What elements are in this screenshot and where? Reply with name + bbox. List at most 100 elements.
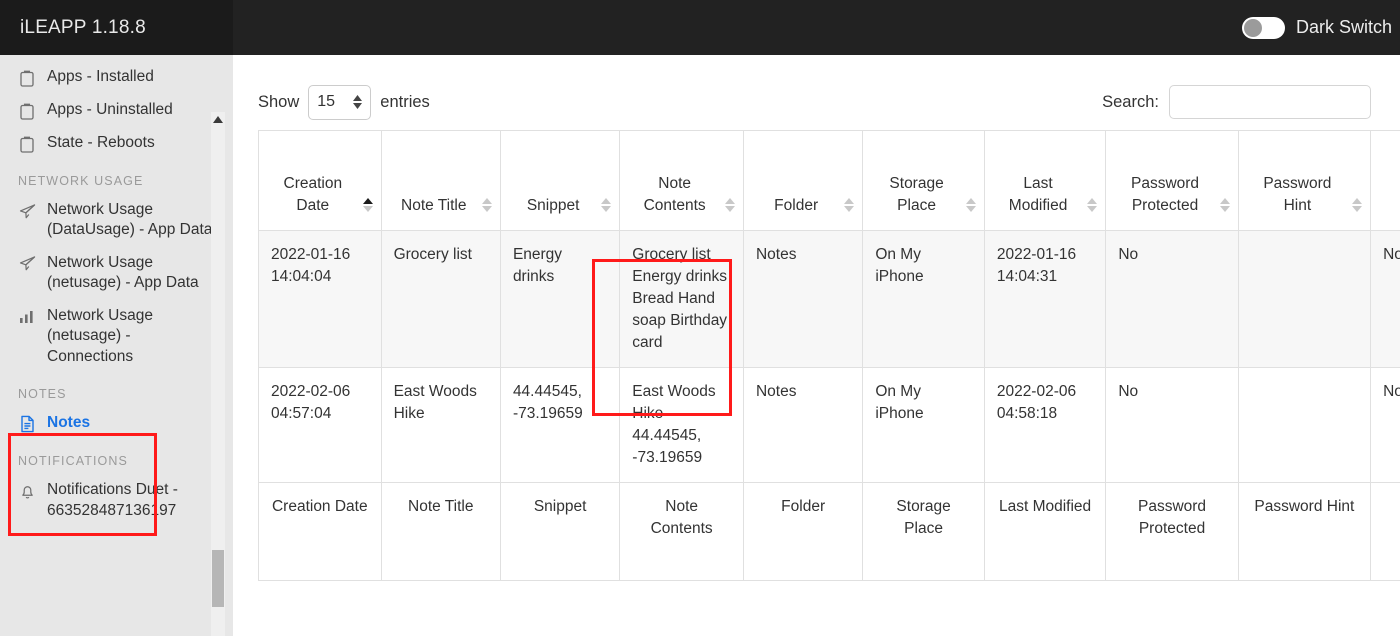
footer-label-password-hint: Password Hint: [1237, 482, 1372, 581]
search-group: Search:: [1102, 85, 1371, 119]
sort-icon: [965, 198, 976, 212]
column-header-label: Folder: [774, 197, 819, 214]
sidebar-item-label: Network Usage (netusage) - App Data: [47, 253, 199, 292]
sort-icon: [601, 198, 612, 212]
column-header-snippet[interactable]: Snippet: [499, 130, 621, 231]
table-scroll-area[interactable]: Creation Date Note Title Snippet Note Co…: [258, 130, 1400, 636]
column-header-storage-place[interactable]: Storage Place: [862, 130, 985, 231]
cell-password-hint: [1237, 230, 1372, 368]
column-header-label: Note Title: [401, 197, 467, 214]
sidebar-item-network-usage-datausage[interactable]: Network Usage (DataUsage) - App Data: [0, 194, 233, 247]
cell-password-protected: No: [1105, 367, 1239, 483]
cell-folder: Notes: [742, 230, 864, 368]
cell-note-contents: East Woods Hike 44.44545, -73.19659: [619, 367, 744, 483]
app-title: iLEAPP 1.18.8: [20, 16, 146, 38]
sort-icon: [844, 198, 855, 212]
scroll-up-arrow-icon[interactable]: [211, 112, 225, 126]
cell-marked-for-deletion: No: [1370, 367, 1400, 483]
topbar-right-group: Dark Switch: [1241, 16, 1400, 39]
cell-snippet: Energy drinks: [499, 230, 621, 368]
bell-icon: [18, 481, 36, 501]
entries-select[interactable]: 15: [308, 84, 372, 120]
table-foot: Creation Date Note Title Snippet Note Co…: [258, 482, 1400, 581]
cell-creation-date: 2022-02-06 04:57:04: [258, 367, 382, 483]
sidebar-scrollbar-thumb[interactable]: [212, 550, 224, 607]
column-header-note-contents[interactable]: Note Contents: [619, 130, 744, 231]
column-header-label: Last Modified: [1008, 175, 1068, 214]
footer-label-storage-place: Storage Place: [862, 482, 985, 581]
column-header-folder[interactable]: Folder: [742, 130, 864, 231]
paper-plane-icon: [18, 201, 36, 221]
cell-password-hint: [1237, 367, 1372, 483]
sidebar-heading-network-usage: NETWORK USAGE: [18, 174, 144, 188]
column-header-last-modified[interactable]: Last Modified: [983, 130, 1107, 231]
search-label: Search:: [1102, 92, 1159, 111]
sidebar[interactable]: Apps - Installed Apps - Uninstalled Stat…: [0, 55, 233, 636]
table-row[interactable]: 2022-02-06 04:57:04 East Woods Hike 44.4…: [258, 367, 1400, 483]
cell-note-contents: Grocery list Energy drinks Bread Hand so…: [619, 230, 744, 368]
footer-label-password-protected: Password Protected: [1105, 482, 1239, 581]
column-header-label: Password Hint: [1263, 175, 1332, 214]
column-header-creation-date[interactable]: Creation Date: [258, 130, 382, 231]
notes-table: Creation Date Note Title Snippet Note Co…: [258, 130, 1400, 581]
cell-marked-for-deletion: No: [1370, 230, 1400, 368]
sidebar-item-apps-uninstalled[interactable]: Apps - Uninstalled: [0, 94, 233, 127]
show-label: Show: [258, 92, 300, 111]
sidebar-item-label: Network Usage (DataUsage) - App Data: [47, 201, 213, 239]
main-content: Show 15 entries Search: Creation Date No…: [233, 55, 1400, 636]
sidebar-item-apps-installed[interactable]: Apps - Installed: [0, 61, 233, 94]
column-header-label: Password Protected: [1130, 175, 1200, 214]
sidebar-item-state-reboots[interactable]: State - Reboots: [0, 127, 233, 160]
cell-snippet: 44.44545, -73.19659: [499, 367, 621, 483]
bar-chart-icon: [18, 307, 36, 327]
column-header-label: Note Contents: [643, 175, 706, 214]
cell-folder: Notes: [742, 367, 864, 483]
clipboard-icon: [18, 101, 36, 121]
sidebar-heading-notifications: NOTIFICATIONS: [18, 454, 128, 469]
column-header-note-title[interactable]: Note Title: [380, 130, 501, 231]
sidebar-item-label: Apps - Installed: [47, 68, 154, 85]
footer-label-last-modified: Last Modified: [983, 482, 1107, 581]
footer-label-folder: Folder: [742, 482, 864, 581]
sidebar-item-network-usage-netusage-connections[interactable]: Network Usage (netusage) - Connections: [0, 300, 233, 373]
sidebar-item-label: Notes: [47, 414, 91, 432]
sidebar-item-notifications-duet[interactable]: Notifications Duet - 663528487136197: [0, 474, 233, 527]
entries-select-value: 15: [317, 93, 336, 110]
cell-storage-place: On My iPhone: [862, 230, 985, 368]
footer-label-creation-date: Creation Date: [258, 482, 382, 581]
sidebar-item-notes[interactable]: Notes: [0, 407, 233, 440]
table-row[interactable]: 2022-01-16 14:04:04 Grocery list Energy …: [258, 230, 1400, 368]
table-controls: Show 15 entries Search:: [233, 55, 1400, 127]
sidebar-scrollbar[interactable]: [211, 112, 225, 636]
show-entries-group: Show 15 entries: [258, 84, 430, 120]
column-header-label: Snippet: [526, 197, 580, 214]
sidebar-item-label: Network Usage (netusage) - Connections: [47, 306, 153, 365]
cell-password-protected: No: [1105, 230, 1239, 368]
sort-ascending-icon: [362, 198, 373, 212]
sidebar-item-network-usage-netusage-appdata[interactable]: Network Usage (netusage) - App Data: [0, 247, 233, 300]
app-root: iLEAPP 1.18.8 Dark Switch Apps - Install…: [0, 0, 1400, 636]
cell-note-title: Grocery list: [380, 230, 501, 368]
footer-label-marked-for-deletion: Marked for Deletion: [1370, 482, 1400, 581]
sidebar-item-label: Apps - Uninstalled: [47, 101, 173, 118]
sort-icon: [1352, 198, 1363, 212]
column-header-label: Creation Date: [283, 175, 343, 214]
sidebar-heading-notes: NOTES: [18, 387, 67, 402]
dark-switch-toggle[interactable]: [1241, 16, 1285, 39]
clipboard-icon: [18, 68, 36, 88]
sort-icon: [724, 198, 735, 212]
table-body: 2022-01-16 14:04:04 Grocery list Energy …: [258, 230, 1400, 483]
paper-plane-icon: [18, 254, 36, 274]
table-head: Creation Date Note Title Snippet Note Co…: [258, 130, 1400, 231]
column-header-password-protected[interactable]: Password Protected: [1105, 130, 1239, 231]
footer-label-note-contents: Note Contents: [619, 482, 744, 581]
top-bar: iLEAPP 1.18.8 Dark Switch: [0, 0, 1400, 55]
sort-icon: [481, 198, 492, 212]
column-header-password-hint[interactable]: Password Hint: [1237, 130, 1372, 231]
sidebar-list: Apps - Installed Apps - Uninstalled Stat…: [0, 55, 233, 527]
sidebar-item-label: Notifications Duet - 663528487136197: [47, 481, 178, 519]
cell-last-modified: 2022-01-16 14:04:31: [983, 230, 1107, 368]
search-input[interactable]: [1169, 85, 1371, 119]
column-header-marked-for-deletion[interactable]: Marked for Deletion: [1370, 130, 1400, 231]
clipboard-icon: [18, 134, 36, 154]
